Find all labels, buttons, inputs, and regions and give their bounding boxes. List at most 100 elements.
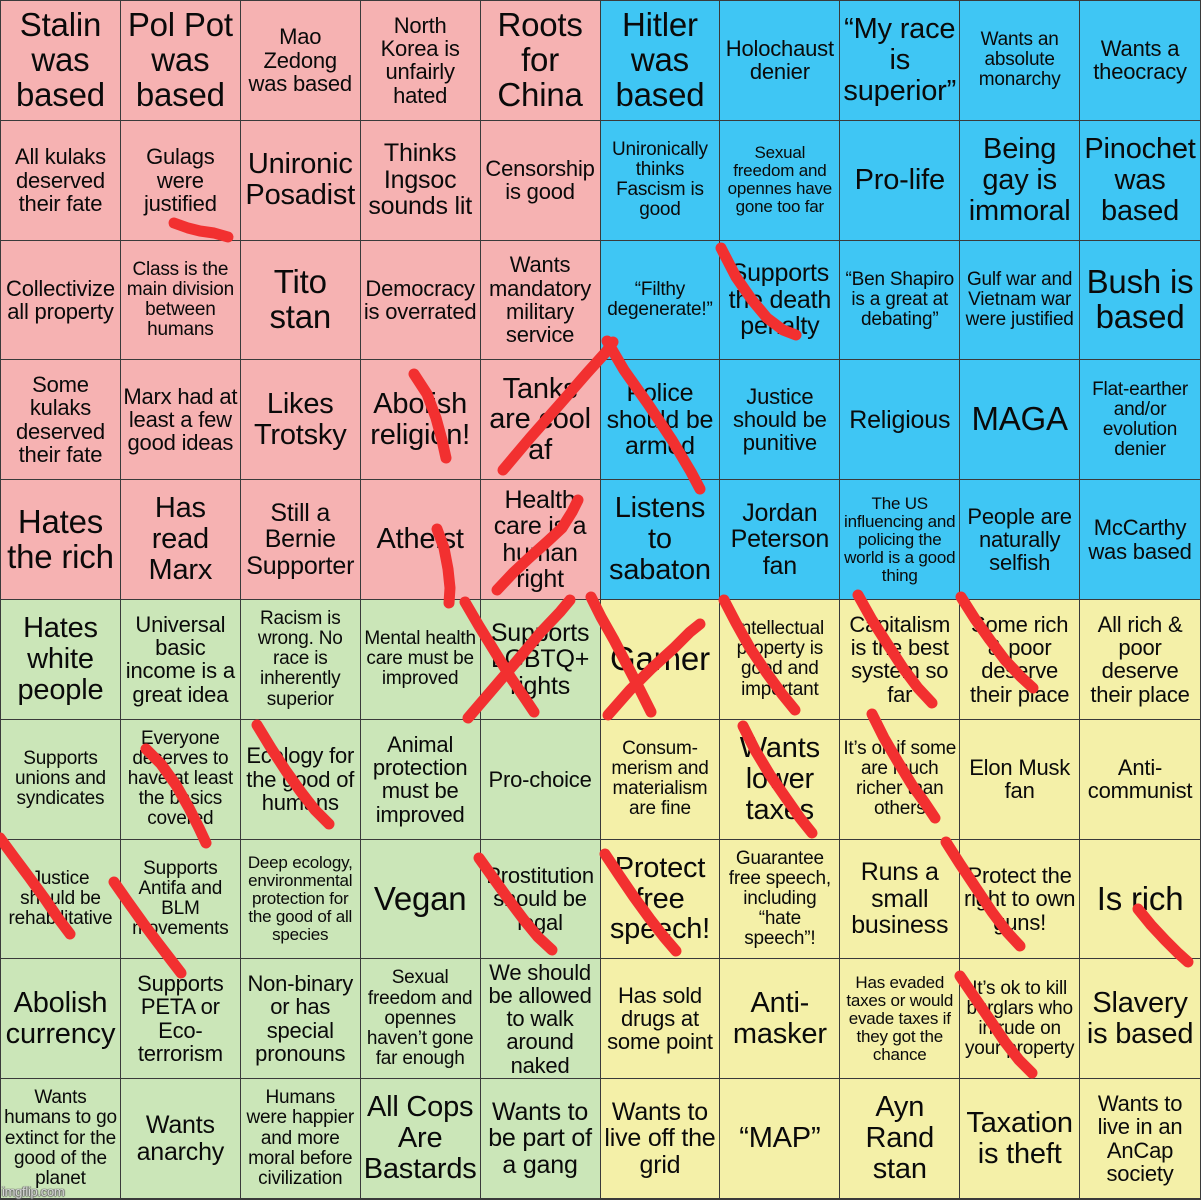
bingo-cell-r9c8[interactable]: Has evaded taxes or would evade taxes if…: [840, 959, 961, 1080]
bingo-cell-r3c9[interactable]: Gulf war and Vietnam war were justified: [960, 240, 1081, 361]
bingo-cell-r10c6[interactable]: Wants to live off the grid: [600, 1079, 721, 1199]
bingo-cell-r4c7[interactable]: Justice should be punitive: [720, 360, 841, 481]
bingo-cell-r5c4[interactable]: Atheist: [360, 480, 481, 600]
bingo-cell-r10c8[interactable]: Ayn Rand stan: [840, 1079, 961, 1199]
bingo-cell-r6c8[interactable]: Capitalism is the best system so far: [840, 600, 961, 720]
bingo-cell-r5c6[interactable]: Listens to sabaton: [600, 480, 721, 600]
bingo-cell-r2c6[interactable]: Unironically thinks Fascism is good: [600, 120, 721, 241]
bingo-cell-r1c7[interactable]: Holochaust denier: [720, 1, 841, 121]
bingo-cell-r1c4[interactable]: North Korea is unfairly hated: [360, 1, 481, 121]
bingo-cell-r9c4[interactable]: Sexual freedom and opennes haven’t gone …: [360, 959, 481, 1080]
bingo-cell-r3c7[interactable]: Supports the death penalty: [720, 240, 841, 361]
bingo-cell-r3c3[interactable]: Tito stan: [240, 240, 361, 361]
bingo-cell-r5c3[interactable]: Still a Bernie Supporter: [240, 480, 361, 600]
bingo-cell-r8c5[interactable]: Prostitution should be legal: [480, 839, 601, 960]
bingo-cell-r10c2[interactable]: Wants anarchy: [120, 1079, 241, 1199]
bingo-cell-r9c3[interactable]: Non-binary or has special pronouns: [240, 959, 361, 1080]
bingo-cell-r6c7[interactable]: Intellectual property is good and import…: [720, 600, 841, 720]
bingo-cell-r3c6[interactable]: “Filthy degenerate!”: [600, 240, 721, 361]
bingo-cell-r4c9[interactable]: MAGA: [960, 360, 1081, 481]
bingo-cell-r6c9[interactable]: Some rich & poor deserve their place: [960, 600, 1081, 720]
bingo-cell-r5c5[interactable]: Health care is a human right: [480, 480, 601, 600]
bingo-cell-r9c1[interactable]: Abolish currency: [1, 959, 121, 1080]
bingo-cell-r5c7[interactable]: Jordan Peterson fan: [720, 480, 841, 600]
bingo-cell-r8c9[interactable]: Protect the right to own guns!: [960, 839, 1081, 960]
bingo-cell-r7c10[interactable]: Anti- communist: [1080, 719, 1200, 840]
bingo-cell-r8c7[interactable]: Guarantee free speech, including “hate s…: [720, 839, 841, 960]
bingo-cell-r1c10[interactable]: Wants a theocracy: [1080, 1, 1200, 121]
bingo-cell-r4c6[interactable]: Police should be armed: [600, 360, 721, 481]
bingo-cell-r5c8[interactable]: The US influencing and policing the worl…: [840, 480, 961, 600]
bingo-cell-r8c8[interactable]: Runs a small business: [840, 839, 961, 960]
bingo-cell-r2c10[interactable]: Pinochet was based: [1080, 120, 1200, 241]
bingo-cell-r3c10[interactable]: Bush is based: [1080, 240, 1200, 361]
bingo-cell-r4c3[interactable]: Likes Trotsky: [240, 360, 361, 481]
bingo-cell-r1c2[interactable]: Pol Pot was based: [120, 1, 241, 121]
bingo-cell-r6c2[interactable]: Universal basic income is a great idea: [120, 600, 241, 720]
bingo-cell-r5c1[interactable]: Hates the rich: [1, 480, 121, 600]
bingo-cell-r8c4[interactable]: Vegan: [360, 839, 481, 960]
bingo-cell-r7c5[interactable]: Pro-choice: [480, 719, 601, 840]
bingo-cell-r7c8[interactable]: It’s ok if some are much richer than oth…: [840, 719, 961, 840]
bingo-cell-r3c8[interactable]: “Ben Shapiro is a great at debating”: [840, 240, 961, 361]
bingo-cell-r6c10[interactable]: All rich & poor deserve their place: [1080, 600, 1200, 720]
bingo-cell-r1c5[interactable]: Roots for China: [480, 1, 601, 121]
bingo-cell-r10c5[interactable]: Wants to be part of a gang: [480, 1079, 601, 1199]
bingo-cell-r7c3[interactable]: Ecology for the good of humans: [240, 719, 361, 840]
bingo-cell-r4c10[interactable]: Flat-earther and/or evolution denier: [1080, 360, 1200, 481]
bingo-cell-r5c2[interactable]: Has read Marx: [120, 480, 241, 600]
bingo-cell-r6c1[interactable]: Hates white people: [1, 600, 121, 720]
bingo-cell-r2c4[interactable]: Thinks Ingsoc sounds lit: [360, 120, 481, 241]
bingo-cell-r4c5[interactable]: Tanks are cool af: [480, 360, 601, 481]
bingo-cell-r9c10[interactable]: Slavery is based: [1080, 959, 1200, 1080]
bingo-cell-r3c2[interactable]: Class is the main division between human…: [120, 240, 241, 361]
bingo-cell-r1c3[interactable]: Mao Zedong was based: [240, 1, 361, 121]
bingo-cell-r7c9[interactable]: Elon Musk fan: [960, 719, 1081, 840]
bingo-cell-r2c3[interactable]: Unironic Posadist: [240, 120, 361, 241]
bingo-cell-r4c4[interactable]: Abolish religion!: [360, 360, 481, 481]
bingo-cell-r8c6[interactable]: Protect free speech!: [600, 839, 721, 960]
bingo-cell-r10c4[interactable]: All Cops Are Bastards: [360, 1079, 481, 1199]
bingo-cell-r8c10[interactable]: Is rich: [1080, 839, 1200, 960]
bingo-cell-r9c9[interactable]: It’s ok to kill burglars who intrude on …: [960, 959, 1081, 1080]
bingo-cell-r2c2[interactable]: Gulags were justified: [120, 120, 241, 241]
bingo-cell-r9c5[interactable]: We should be allowed to walk around nake…: [480, 959, 601, 1080]
bingo-cell-r7c2[interactable]: Everyone deserves to have at least the b…: [120, 719, 241, 840]
bingo-cell-r7c1[interactable]: Supports unions and syndicates: [1, 719, 121, 840]
bingo-cell-r6c6[interactable]: Gamer: [600, 600, 721, 720]
bingo-cell-r3c4[interactable]: Democracy is overrated: [360, 240, 481, 361]
bingo-cell-r4c8[interactable]: Religious: [840, 360, 961, 481]
bingo-cell-r6c4[interactable]: Mental health care must be improved: [360, 600, 481, 720]
bingo-cell-r10c7[interactable]: “MAP”: [720, 1079, 841, 1199]
bingo-cell-r8c1[interactable]: Justice should be rehabilitative: [1, 839, 121, 960]
bingo-cell-r10c10[interactable]: Wants to live in an AnCap society: [1080, 1079, 1200, 1199]
bingo-cell-r5c9[interactable]: People are naturally selfish: [960, 480, 1081, 600]
bingo-cell-r2c8[interactable]: Pro-life: [840, 120, 961, 241]
bingo-cell-r3c1[interactable]: Collectivize all property: [1, 240, 121, 361]
bingo-cell-r7c7[interactable]: Wants lower taxes: [720, 719, 841, 840]
bingo-cell-r4c1[interactable]: Some kulaks deserved their fate: [1, 360, 121, 481]
bingo-cell-r10c9[interactable]: Taxation is theft: [960, 1079, 1081, 1199]
bingo-cell-r7c4[interactable]: Animal protection must be improved: [360, 719, 481, 840]
bingo-cell-r8c2[interactable]: Supports Antifa and BLM movements: [120, 839, 241, 960]
bingo-cell-r2c5[interactable]: Censorship is good: [480, 120, 601, 241]
bingo-cell-r1c9[interactable]: Wants an absolute monarchy: [960, 1, 1081, 121]
bingo-cell-r9c7[interactable]: Anti- masker: [720, 959, 841, 1080]
bingo-cell-r1c6[interactable]: Hitler was based: [600, 1, 721, 121]
bingo-cell-r3c5[interactable]: Wants mandatory military service: [480, 240, 601, 361]
bingo-cell-r9c6[interactable]: Has sold drugs at some point: [600, 959, 721, 1080]
bingo-cell-r10c1[interactable]: Wants humans to go extinct for the good …: [1, 1079, 121, 1199]
bingo-cell-r8c3[interactable]: Deep ecology, environmental protection f…: [240, 839, 361, 960]
bingo-cell-r2c9[interactable]: Being gay is immoral: [960, 120, 1081, 241]
bingo-cell-r5c10[interactable]: McCarthy was based: [1080, 480, 1200, 600]
bingo-cell-r6c3[interactable]: Racism is wrong. No race is inherently s…: [240, 600, 361, 720]
bingo-cell-r2c7[interactable]: Sexual freedom and opennes have gone too…: [720, 120, 841, 241]
bingo-cell-r10c3[interactable]: Humans were happier and more moral befor…: [240, 1079, 361, 1199]
bingo-cell-r4c2[interactable]: Marx had at least a few good ideas: [120, 360, 241, 481]
bingo-cell-r9c2[interactable]: Supports PETA or Eco-terrorism: [120, 959, 241, 1080]
bingo-cell-r6c5[interactable]: Supports LGBTQ+ rights: [480, 600, 601, 720]
bingo-cell-r1c1[interactable]: Stalin was based: [1, 1, 121, 121]
bingo-cell-r2c1[interactable]: All kulaks deserved their fate: [1, 120, 121, 241]
bingo-cell-r1c8[interactable]: “My race is superior”: [840, 1, 961, 121]
bingo-cell-r7c6[interactable]: Consum- merism and materialism are fine: [600, 719, 721, 840]
